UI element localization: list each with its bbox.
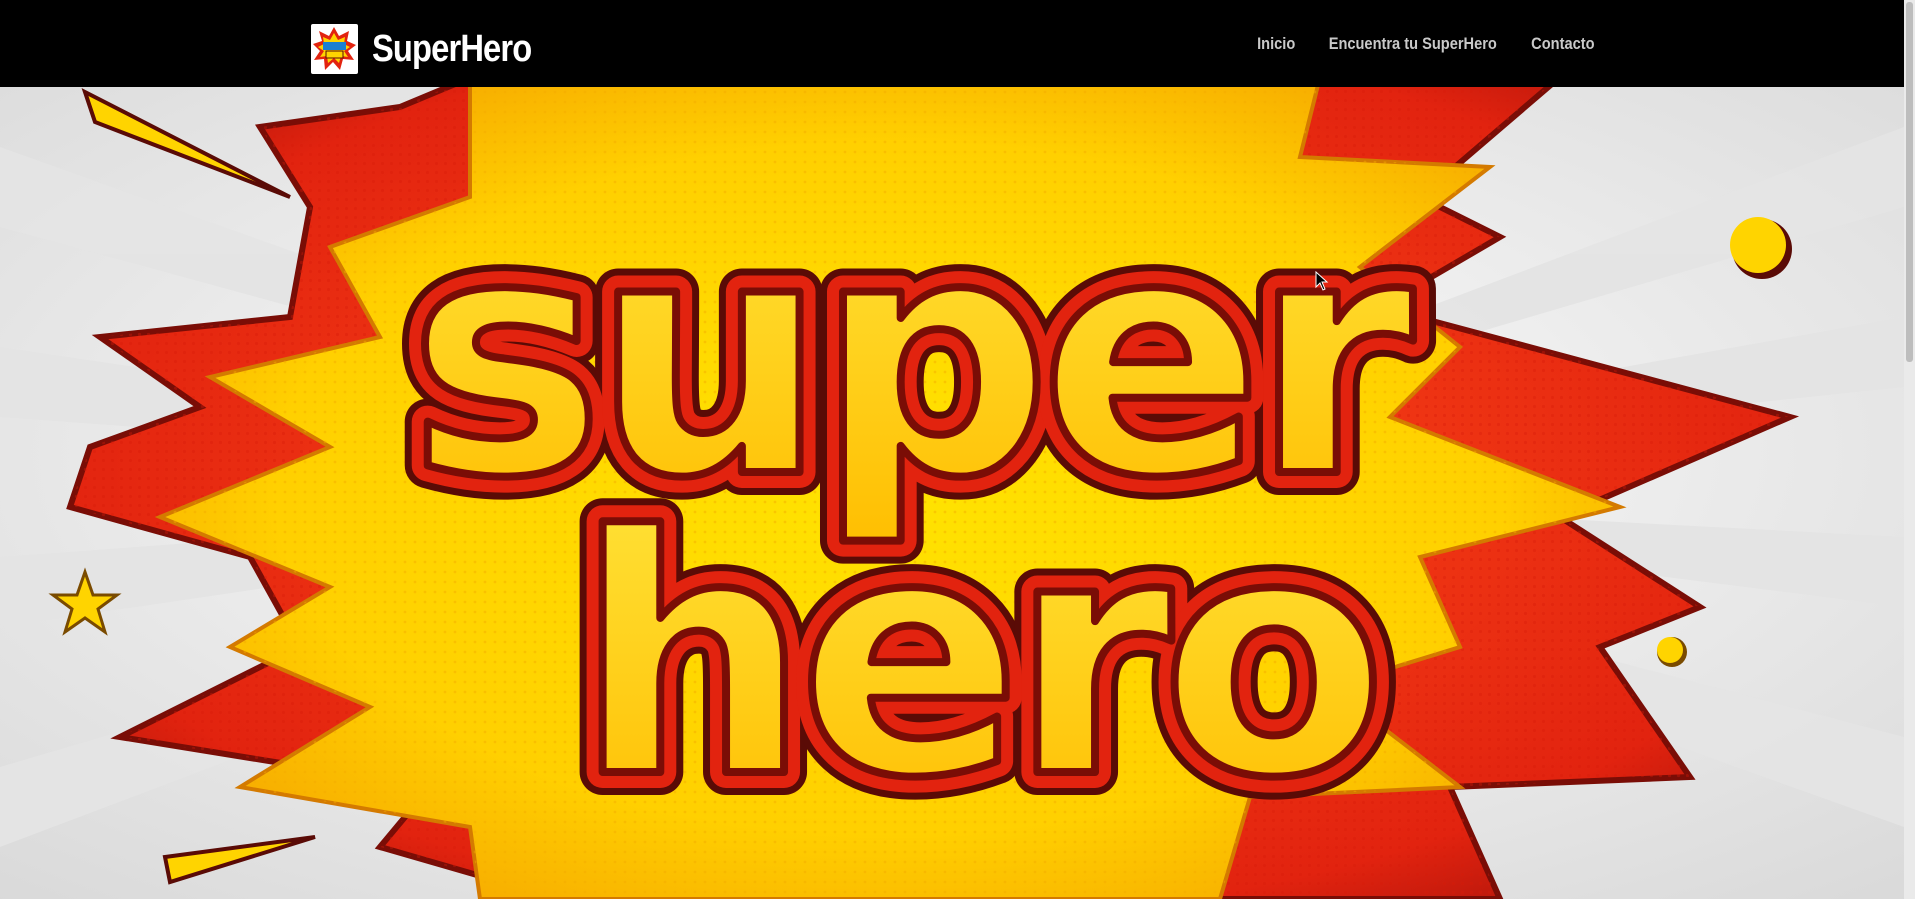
scrollbar-thumb[interactable] [1906, 2, 1913, 362]
brand-name: SuperHero [372, 27, 532, 70]
hero-banner-image: super super super hero hero hero [0, 87, 1904, 899]
top-navbar: SuperHero Inicio Encuentra tu SuperHero … [0, 0, 1904, 87]
brand-home-link[interactable]: SuperHero [311, 23, 557, 75]
nav-link-encuentra-tu-superhero[interactable]: Encuentra tu SuperHero [1328, 34, 1496, 54]
banner-word-bottom: hero [575, 466, 1377, 850]
superhero-logo-icon [311, 24, 358, 74]
mouse-pointer-icon [1315, 270, 1329, 296]
hero-banner: super super super hero hero hero [0, 87, 1904, 899]
main-nav: Inicio Encuentra tu SuperHero Contacto [1254, 30, 1600, 58]
nav-link-inicio[interactable]: Inicio [1257, 34, 1295, 54]
nav-link-contacto[interactable]: Contacto [1531, 34, 1594, 54]
page-scrollbar[interactable] [1904, 0, 1915, 899]
page: SuperHero Inicio Encuentra tu SuperHero … [0, 0, 1915, 899]
